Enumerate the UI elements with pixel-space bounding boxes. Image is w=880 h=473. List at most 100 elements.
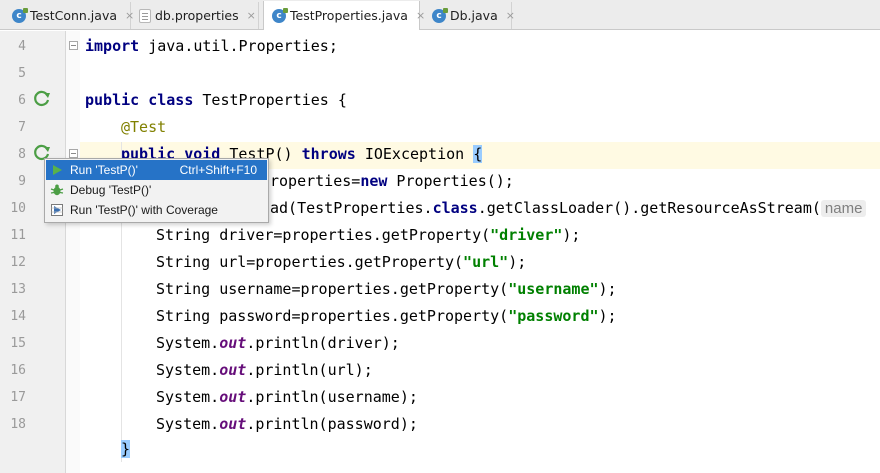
code-text: IOException bbox=[355, 145, 474, 163]
code-text: ); bbox=[598, 280, 617, 298]
line-number: 10 bbox=[10, 201, 26, 216]
fold-marker[interactable] bbox=[69, 41, 78, 50]
line-number: 7 bbox=[18, 120, 26, 135]
line-number: 15 bbox=[10, 336, 26, 351]
static-field: out bbox=[219, 334, 247, 352]
tab-db-java[interactable]: c Db.java × bbox=[424, 2, 515, 29]
code-text: .getClassLoader().getResourceAsStream( bbox=[477, 199, 821, 217]
code-text: System. bbox=[156, 415, 220, 433]
string-literal: "url" bbox=[463, 253, 509, 271]
tab-label: db.properties bbox=[155, 8, 239, 23]
keyword: class bbox=[148, 91, 194, 109]
annotation: @Test bbox=[121, 118, 167, 136]
tab-label: TestProperties.java bbox=[290, 8, 408, 23]
coverage-icon bbox=[51, 204, 63, 216]
code-line-12[interactable]: String url=properties.getProperty("url")… bbox=[156, 253, 526, 271]
run-gutter-popup-menu: Run 'TestP()' Ctrl+Shift+F10 Debug 'Test… bbox=[44, 158, 269, 223]
code-text: ); bbox=[598, 307, 617, 325]
keyword: new bbox=[360, 172, 388, 190]
tab-label: TestConn.java bbox=[30, 8, 117, 23]
menu-item-label: Run 'TestP()' bbox=[70, 163, 138, 177]
menu-item-label: Debug 'TestP()' bbox=[70, 183, 152, 197]
menu-item-run-with-coverage[interactable]: Run 'TestP()' with Coverage bbox=[46, 200, 267, 220]
code-text: .println(username); bbox=[246, 388, 418, 406]
matched-brace: { bbox=[473, 145, 483, 163]
line-number: 9 bbox=[18, 174, 26, 189]
code-text: roperties= bbox=[270, 172, 361, 190]
code-text: String username=properties.getProperty( bbox=[156, 280, 509, 298]
debug-icon bbox=[50, 184, 64, 196]
code-line-7[interactable]: @Test bbox=[121, 118, 166, 136]
code-line-16[interactable]: System.out.println(url); bbox=[156, 361, 373, 379]
line-number: 14 bbox=[10, 309, 26, 324]
line-number: 6 bbox=[18, 93, 26, 108]
fold-column bbox=[66, 31, 80, 473]
code-line-13[interactable]: String username=properties.getProperty("… bbox=[156, 280, 617, 298]
code-text: System. bbox=[156, 334, 220, 352]
java-class-icon: c bbox=[432, 7, 448, 23]
menu-item-shortcut: Ctrl+Shift+F10 bbox=[179, 163, 257, 177]
java-class-icon: c bbox=[12, 7, 28, 23]
static-field: out bbox=[219, 361, 247, 379]
code-line-17[interactable]: System.out.println(username); bbox=[156, 388, 418, 406]
code-text: .println(password); bbox=[246, 415, 418, 433]
line-number: 17 bbox=[10, 390, 26, 405]
code-text: System. bbox=[156, 388, 220, 406]
code-text: ad(TestProperties. bbox=[270, 199, 433, 217]
line-number: 11 bbox=[10, 228, 26, 243]
line-number: 12 bbox=[10, 255, 26, 270]
code-text: TestProperties { bbox=[193, 91, 347, 109]
code-text: java.util.Properties; bbox=[139, 37, 338, 55]
line-number: 4 bbox=[18, 39, 26, 54]
code-line-4[interactable]: import java.util.Properties; bbox=[85, 37, 338, 55]
line-number: 5 bbox=[18, 66, 26, 81]
parameter-hint: name bbox=[820, 200, 867, 217]
static-field: out bbox=[219, 388, 247, 406]
code-text: String url=properties.getProperty( bbox=[156, 253, 464, 271]
string-literal: "password" bbox=[508, 307, 599, 325]
code-text: ); bbox=[562, 226, 581, 244]
tab-label: Db.java bbox=[450, 8, 498, 23]
tab-testconn-java[interactable]: c TestConn.java × bbox=[4, 2, 134, 29]
java-class-icon: c bbox=[272, 7, 288, 23]
code-text: System. bbox=[156, 361, 220, 379]
code-line-10[interactable]: ad(TestProperties.class.getClassLoader()… bbox=[270, 199, 867, 217]
keyword: import bbox=[85, 37, 140, 55]
code-text: Properties(); bbox=[387, 172, 514, 190]
code-text: .println(driver); bbox=[246, 334, 400, 352]
line-number: 16 bbox=[10, 363, 26, 378]
code-line-19[interactable]: } bbox=[121, 440, 131, 458]
line-number: 13 bbox=[10, 282, 26, 297]
menu-item-debug[interactable]: Debug 'TestP()' bbox=[46, 180, 267, 200]
run-icon bbox=[53, 165, 62, 175]
run-class-gutter-icon[interactable] bbox=[33, 89, 51, 107]
properties-file-icon bbox=[139, 8, 151, 23]
code-text: .println(url); bbox=[246, 361, 373, 379]
menu-item-run[interactable]: Run 'TestP()' Ctrl+Shift+F10 bbox=[46, 160, 267, 180]
code-line-18[interactable]: System.out.println(password); bbox=[156, 415, 418, 433]
code-text: String password=properties.getProperty( bbox=[156, 307, 509, 325]
close-icon[interactable]: × bbox=[247, 9, 256, 22]
close-icon[interactable]: × bbox=[506, 9, 515, 22]
code-line-14[interactable]: String password=properties.getProperty("… bbox=[156, 307, 617, 325]
editor-tab-bar: c TestConn.java × db.properties × c Test… bbox=[0, 0, 880, 30]
keyword: public bbox=[85, 91, 140, 109]
keyword: class bbox=[432, 199, 478, 217]
fold-marker[interactable] bbox=[69, 149, 78, 158]
code-line-11[interactable]: String driver=properties.getProperty("dr… bbox=[156, 226, 580, 244]
code-line-15[interactable]: System.out.println(driver); bbox=[156, 334, 400, 352]
keyword: throws bbox=[301, 145, 356, 163]
tab-testproperties-java[interactable]: c TestProperties.java × bbox=[263, 1, 425, 30]
code-line-9[interactable]: roperties=new Properties(); bbox=[270, 172, 514, 190]
line-number: 8 bbox=[18, 147, 26, 162]
menu-item-label: Run 'TestP()' with Coverage bbox=[70, 203, 218, 217]
code-line-6[interactable]: public class TestProperties { bbox=[85, 91, 347, 109]
code-text: ); bbox=[508, 253, 527, 271]
matched-brace: } bbox=[121, 440, 131, 458]
tab-db-properties[interactable]: db.properties × bbox=[131, 2, 259, 29]
static-field: out bbox=[219, 415, 247, 433]
code-text: String driver=properties.getProperty( bbox=[156, 226, 491, 244]
string-literal: "username" bbox=[508, 280, 599, 298]
string-literal: "driver" bbox=[490, 226, 563, 244]
line-number: 18 bbox=[10, 417, 26, 432]
